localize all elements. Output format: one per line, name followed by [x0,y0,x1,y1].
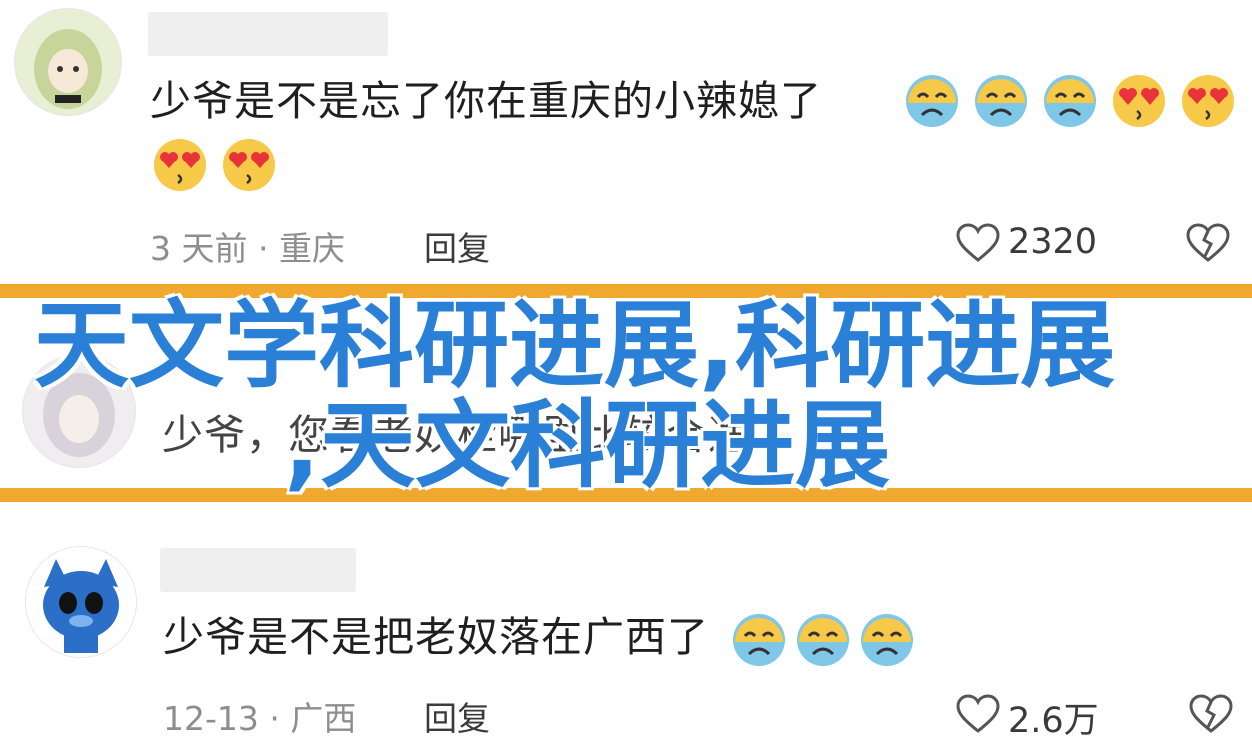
overlay-headline-line1: 天文学科研进展,科研进展 [34,291,1116,401]
overlay-headline-line2: ,天文科研进展 [284,391,891,501]
crying-face-icon [1044,75,1097,127]
crying-face-icon [733,614,786,666]
avatar[interactable] [14,8,122,116]
avatar-image [26,547,136,657]
comment-body: 少爷是不是忘了你在重庆的小辣媳了 [150,77,822,125]
emoji-row [896,73,1236,129]
comment-text: 少爷是不是忘了你在重庆的小辣媳了 [150,74,822,128]
heart-eyes-face-icon [223,139,276,191]
crying-face-icon [906,75,958,127]
broken-heart-icon[interactable] [1188,693,1234,735]
crying-face-icon [975,75,1028,127]
avatar[interactable] [25,546,137,658]
comment-1: 少爷是不是忘了你在重庆的小辣媳了 3 天前 · 重庆 回复 2320 [0,0,1252,290]
heart-outline-icon[interactable] [955,693,1001,735]
like-count: 2320 [1008,222,1098,262]
emoji-row [144,137,277,193]
comment-time-location: 12-13 · 广西 [163,699,357,738]
username-redacted [160,548,356,592]
reply-button[interactable]: 回复 [424,692,490,740]
heart-outline-icon[interactable] [955,222,1001,264]
reply-button[interactable]: 回复 [424,222,490,270]
heart-eyes-face-icon [154,139,206,191]
broken-heart-icon[interactable] [1185,222,1231,264]
comment-text: 少爷是不是把老奴落在广西了 [163,610,915,668]
heart-eyes-face-icon [1113,75,1166,127]
avatar-image [15,9,121,115]
like-count: 2.6万 [1008,701,1099,741]
comment-time-location: 3 天前 · 重庆 [150,229,345,268]
crying-face-icon [797,614,850,666]
heart-eyes-face-icon [1182,75,1235,127]
crying-face-icon [861,614,914,666]
comment-3: 少爷是不是把老奴落在广西了 12-13 · 广西 回复 2.6万 [0,502,1252,752]
comment-body: 少爷是不是把老奴落在广西了 [163,613,709,661]
username-redacted [148,12,388,56]
